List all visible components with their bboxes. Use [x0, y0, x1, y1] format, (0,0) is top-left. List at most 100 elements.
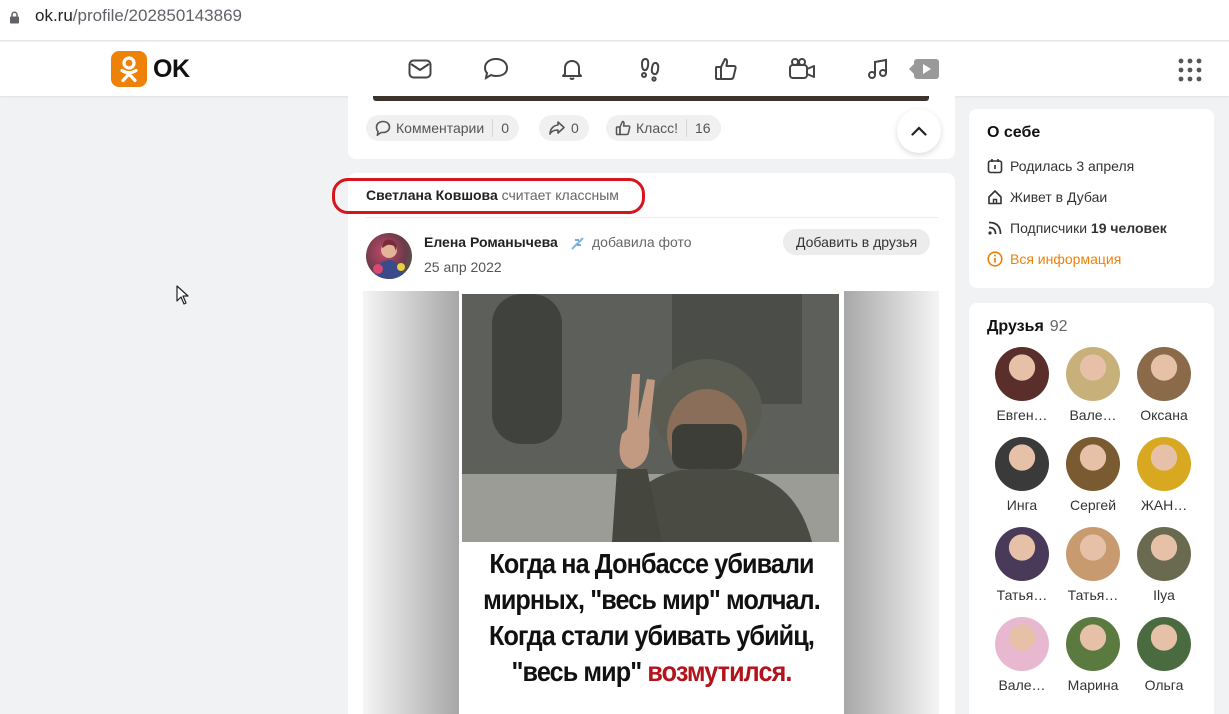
- post-photo-frame[interactable]: Когда на Донбассе убивали мирных, "весь …: [363, 291, 939, 714]
- friend-name: Татья…: [996, 587, 1048, 603]
- friend-item[interactable]: Ольга: [1134, 617, 1194, 693]
- caption-line-4: "весь мир" возмутился.: [478, 654, 825, 690]
- friend-name: ЖАН…: [1140, 497, 1188, 513]
- birthday-text: Родилась 3 апреля: [1010, 158, 1135, 174]
- share-icon: [549, 121, 565, 135]
- class-label: Класс!: [636, 120, 678, 136]
- ok-logo-text: OK: [153, 54, 190, 83]
- friends-title-text: Друзья: [987, 318, 1044, 335]
- friend-avatar: [995, 347, 1049, 401]
- ok-logo-icon: [111, 51, 147, 87]
- friend-avatar: [1066, 527, 1120, 581]
- friend-item[interactable]: ЖАН…: [1134, 437, 1194, 513]
- video-icon[interactable]: [788, 55, 816, 83]
- post-date[interactable]: 25 апр 2022: [424, 259, 502, 275]
- friend-avatar: [995, 617, 1049, 671]
- lock-icon: [10, 11, 19, 24]
- class-count: 16: [695, 120, 711, 136]
- friend-name: Вале…: [1069, 407, 1117, 423]
- notifications-icon[interactable]: [558, 55, 586, 83]
- friend-avatar: [1066, 617, 1120, 671]
- friend-name: Вале…: [998, 677, 1046, 693]
- friend-item[interactable]: Вале…: [1063, 347, 1123, 423]
- author-avatar[interactable]: [366, 233, 412, 279]
- video-play-icon[interactable]: [908, 55, 940, 83]
- mouse-cursor-icon: [176, 285, 189, 305]
- add-friend-button[interactable]: Добавить в друзья: [783, 229, 931, 255]
- friend-name: Оксана: [1140, 407, 1188, 423]
- friend-avatar: [1137, 437, 1191, 491]
- feed-post: Светлана Ковшова считает классным Елена …: [348, 173, 955, 714]
- class-button[interactable]: Класс! 16: [606, 115, 721, 141]
- friend-avatar: [1066, 347, 1120, 401]
- post-photo: Когда на Донбассе убивали мирных, "весь …: [459, 291, 844, 714]
- info-icon: [987, 251, 1003, 267]
- shares-count: 0: [571, 120, 579, 136]
- likes-icon[interactable]: [712, 55, 740, 83]
- thumbs-up-icon: [615, 120, 631, 136]
- friend-name: Ольга: [1144, 677, 1184, 693]
- comments-label: Комментарии: [396, 120, 485, 136]
- friend-item[interactable]: Вале…: [992, 617, 1052, 693]
- subscribers-value: 19 человек: [1090, 220, 1167, 236]
- friend-item[interactable]: Татья…: [1063, 527, 1123, 603]
- apps-grid-icon[interactable]: [1178, 58, 1202, 82]
- guests-icon[interactable]: [636, 55, 664, 83]
- friend-item[interactable]: Оксана: [1134, 347, 1194, 423]
- previous-post-image: [373, 96, 929, 101]
- address-url: ok.ru/profile/202850143869: [35, 6, 242, 25]
- site-header: OK: [0, 42, 1229, 96]
- friend-avatar: [995, 527, 1049, 581]
- friend-name: Сергей: [1069, 497, 1117, 513]
- discussions-icon[interactable]: [482, 55, 510, 83]
- friend-avatar: [1066, 437, 1120, 491]
- all-info-link[interactable]: Вся информация: [987, 251, 1121, 267]
- friend-item[interactable]: Евген…: [992, 347, 1052, 423]
- birthday-row: Родилась 3 апреля: [987, 158, 1134, 174]
- friend-avatar: [1137, 527, 1191, 581]
- chevron-up-icon: [911, 126, 927, 136]
- caption-line-4-black: "весь мир": [511, 656, 643, 687]
- location-row: Живет в Дубаи: [987, 189, 1107, 205]
- friend-name: Инга: [1006, 497, 1038, 513]
- highlight-annotation: [332, 178, 645, 214]
- friend-item[interactable]: Ilya: [1134, 527, 1194, 603]
- subscribers-row[interactable]: Подписчики 19 человек: [987, 220, 1167, 236]
- browser-address-bar[interactable]: ok.ru/profile/202850143869: [0, 0, 1229, 41]
- friends-title[interactable]: Друзья 92: [987, 318, 1068, 336]
- caption-line-1: Когда на Донбассе убивали: [489, 548, 814, 579]
- all-info-text: Вся информация: [1010, 251, 1122, 267]
- music-icon[interactable]: [864, 55, 892, 83]
- ok-logo[interactable]: OK: [111, 51, 190, 87]
- subscribers-label: Подписчики: [1010, 220, 1088, 236]
- friends-card: Друзья 92 Евген… Вале… Оксана Инга Сергей ЖАН……: [969, 303, 1214, 714]
- post-divider: [366, 217, 938, 218]
- comments-button[interactable]: Комментарии 0: [366, 115, 519, 141]
- caption-line-2: мирных, "весь мир" молчал.: [483, 584, 821, 615]
- previous-post-footer: Комментарии 0 0 Класс! 16: [348, 96, 955, 159]
- comments-count: 0: [501, 120, 509, 136]
- friend-item[interactable]: Татья…: [992, 527, 1052, 603]
- rss-icon: [988, 221, 1002, 235]
- about-title: О себе: [987, 124, 1041, 141]
- friend-item[interactable]: Сергей: [1063, 437, 1123, 513]
- caption-line-4-red: возмутился.: [647, 656, 792, 687]
- friend-item[interactable]: Марина: [1063, 617, 1123, 693]
- friend-avatar: [1137, 347, 1191, 401]
- author-name[interactable]: Елена Романычева: [424, 234, 558, 250]
- location-text: Живет в Дубаи: [1010, 189, 1108, 205]
- calendar-icon: [987, 159, 1003, 174]
- friend-name: Ilya: [1153, 587, 1175, 603]
- author-action: добавила фото: [592, 234, 692, 250]
- mail-icon[interactable]: [406, 55, 434, 83]
- friend-name: Евген…: [996, 407, 1048, 423]
- friend-avatar: [1137, 617, 1191, 671]
- friend-name: Татья…: [1067, 587, 1119, 603]
- about-card: О себе Родилась 3 апреля Живет в Дубаи П…: [969, 109, 1214, 288]
- share-button[interactable]: 0: [539, 115, 589, 141]
- friend-avatar: [995, 437, 1049, 491]
- friends-count: 92: [1049, 318, 1068, 335]
- friend-item[interactable]: Инга: [992, 437, 1052, 513]
- home-icon: [988, 190, 1002, 205]
- scroll-to-top-button[interactable]: [897, 109, 941, 153]
